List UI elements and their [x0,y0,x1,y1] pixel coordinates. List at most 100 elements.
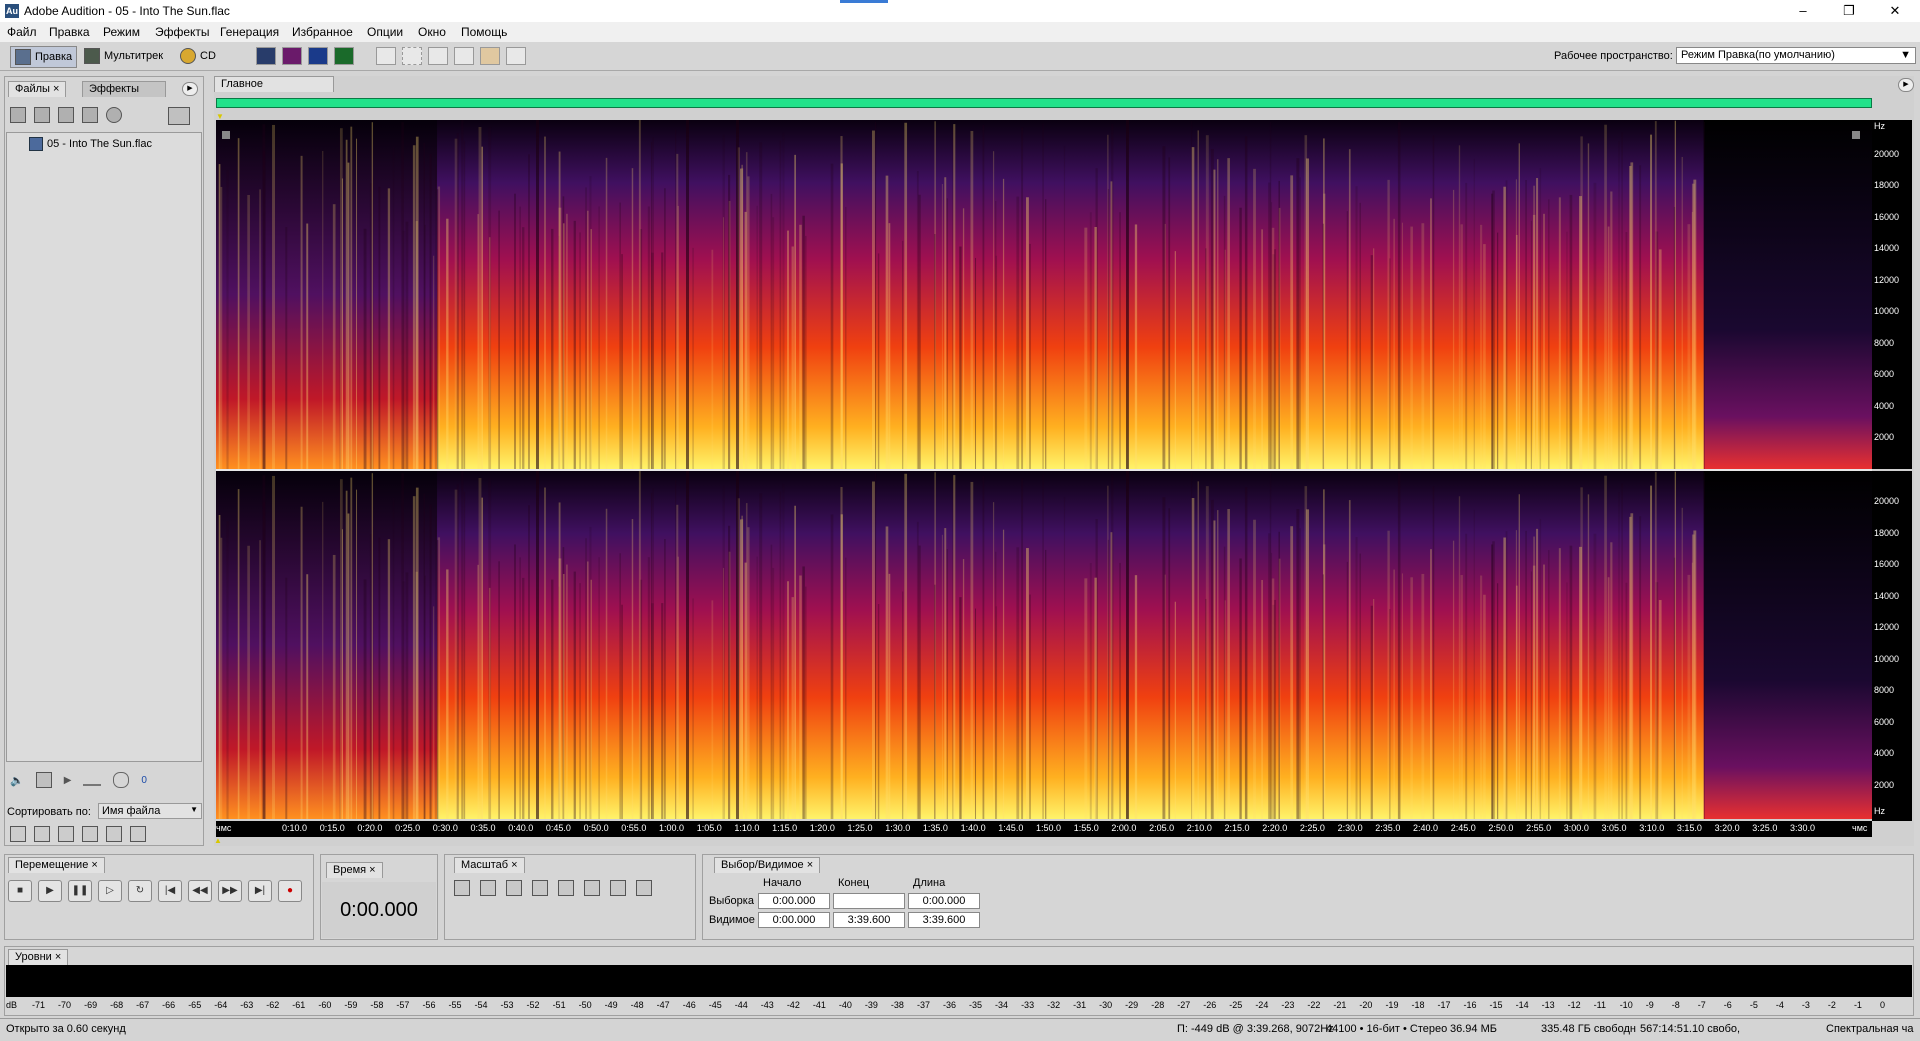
playhead-marker-icon[interactable]: ▲ [214,836,222,845]
minimize-button[interactable]: – [1780,0,1826,22]
go-to-start-button[interactable]: |◀ [158,880,182,902]
go-to-end-button[interactable]: ▶| [248,880,272,902]
selection-length-field[interactable]: 0:00.000 [908,893,980,909]
view-start-field[interactable]: 0:00.000 [758,912,830,928]
waveform-view-icon[interactable] [256,47,276,65]
spectrum-streak [1410,577,1413,819]
spectrum-streak [1618,491,1620,819]
panel-menu-icon[interactable]: ▶ [1898,78,1914,92]
volume-knob-icon[interactable] [113,772,130,788]
play-button[interactable]: ▶ [38,880,62,902]
zoom-selection-icon[interactable] [532,880,548,896]
play-preview-icon[interactable] [106,107,122,123]
fast-forward-button[interactable]: ▶▶ [218,880,242,902]
selection-end-field[interactable] [833,893,905,909]
menu-edit[interactable]: Правка [49,25,90,39]
stop-button[interactable]: ■ [8,880,32,902]
zoom-out-vertical-icon[interactable] [636,880,652,896]
close-icon[interactable]: × [91,859,97,871]
menu-file[interactable]: Файл [7,25,37,39]
tab-selection[interactable]: Выбор/Видимое × [714,857,821,873]
sort-select[interactable]: Имя файла ▼ [98,803,202,819]
zoom-left-edge-icon[interactable] [558,880,574,896]
play-icon[interactable]: ▶ [64,775,72,786]
brush-tool-icon[interactable] [454,47,474,65]
panel-menu-icon[interactable]: ▶ [182,82,198,96]
list-item[interactable]: 05 - Into The Sun.flac [29,137,152,151]
close-icon[interactable]: × [55,951,61,963]
multitrack-button[interactable]: Мультитрек [84,46,163,66]
zoom-in-vertical-icon[interactable] [610,880,626,896]
insert-multitrack-icon[interactable] [58,107,74,123]
overview-bar[interactable] [216,98,1872,108]
close-icon[interactable]: × [807,859,813,871]
spectral-pan-icon[interactable] [308,47,328,65]
open-file-icon[interactable] [10,107,26,123]
menu-options[interactable]: Опции [367,25,403,39]
filter-video-icon[interactable] [58,826,74,842]
filter-audio-icon[interactable] [10,826,26,842]
tab-zoom[interactable]: Масштаб × [454,857,525,873]
tab-effects[interactable]: Эффекты [82,81,166,97]
tab-time[interactable]: Время × [326,862,383,878]
menu-generate[interactable]: Генерация [220,25,279,39]
view-length-field[interactable]: 3:39.600 [908,912,980,928]
view-end-field[interactable]: 3:39.600 [833,912,905,928]
spectrum-streak [664,539,666,819]
edit-view-button[interactable]: Правка [10,46,78,68]
close-file-icon[interactable] [34,107,50,123]
zoom-corner-icon[interactable] [1852,131,1860,139]
zoom-in-horizontal-icon[interactable] [454,880,470,896]
pause-button[interactable]: ❚❚ [68,880,92,902]
filter-midi-icon[interactable] [82,826,98,842]
workspace-select[interactable]: Режим Правка(по умолчанию) ▼ [1676,47,1916,64]
menu-effects[interactable]: Эффекты [155,25,210,39]
marquee-tool-icon[interactable] [402,47,422,65]
filter-session-icon[interactable] [106,826,122,842]
lasso-tool-icon[interactable] [428,47,448,65]
tab-main[interactable]: Главное [214,76,334,92]
close-icon[interactable]: × [369,864,375,876]
filter-loop-icon[interactable] [34,826,50,842]
tab-transport[interactable]: Перемещение × [8,857,105,873]
spectrum-streak [1497,232,1499,469]
zoom-right-edge-icon[interactable] [584,880,600,896]
close-button[interactable]: ✕ [1872,0,1918,22]
time-label: 0:25.0 [395,823,421,833]
view-options-icon[interactable] [168,107,190,125]
tab-files[interactable]: Файлы × [8,81,67,97]
menu-window[interactable]: Окно [418,25,446,39]
zoom-corner-icon[interactable] [222,131,230,139]
loop-button[interactable]: ↻ [128,880,152,902]
selection-start-field[interactable]: 0:00.000 [758,893,830,909]
insert-cd-icon[interactable] [82,107,98,123]
time-ruler[interactable]: чмс 0:10.0 0:15.0 0:20.0 0:25.0 0:30.0 0:35.0 0… [216,821,1872,837]
spectral-view-icon[interactable] [282,47,302,65]
spectrum-streak [446,569,449,819]
menu-help[interactable]: Помощь [461,25,507,39]
spectrum-streak [347,162,350,469]
close-icon[interactable]: × [511,859,517,871]
spectral-phase-icon[interactable] [334,47,354,65]
time-selection-tool-icon[interactable] [376,47,396,65]
filter-cd-icon[interactable] [130,826,146,842]
zoom-out-full-icon[interactable] [506,880,522,896]
speaker-icon[interactable]: 🔈 [10,774,24,787]
spectrum-streak [350,126,353,469]
play-to-end-button[interactable]: ▷ [98,880,122,902]
cd-button[interactable]: CD [180,46,216,66]
maximize-button[interactable]: ❐ [1826,0,1872,22]
zoom-out-horizontal-icon[interactable] [480,880,496,896]
record-button[interactable]: ● [278,880,302,902]
menu-mode[interactable]: Режим [103,25,140,39]
loop-icon[interactable] [35,772,52,788]
spectrum-streak [1210,148,1214,469]
tab-levels[interactable]: Уровни × [8,949,69,965]
scrub-tool-icon[interactable] [506,47,526,65]
spectrogram-right[interactable] [216,471,1872,819]
rewind-button[interactable]: ◀◀ [188,880,212,902]
spot-healing-tool-icon[interactable] [480,47,500,65]
spectrogram-left[interactable] [216,120,1872,469]
menu-favorites[interactable]: Избранное [292,25,353,39]
close-icon[interactable]: × [53,83,59,95]
